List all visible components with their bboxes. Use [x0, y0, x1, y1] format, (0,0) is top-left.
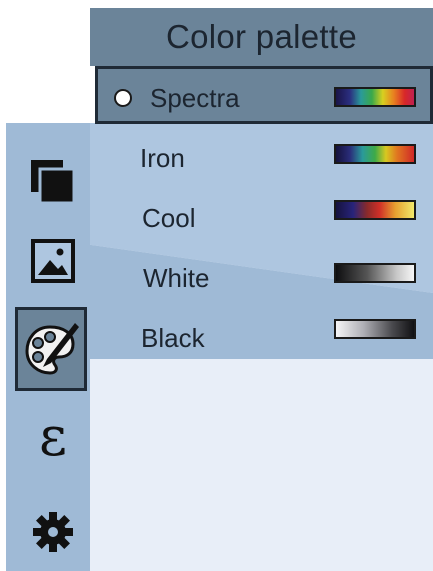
emissivity-icon: ε	[39, 405, 67, 468]
cool-gradient-swatch	[334, 200, 416, 220]
palette-item-label: Spectra	[150, 83, 240, 113]
sidebar-item-emissivity[interactable]: ε	[20, 407, 86, 473]
palette-item-label: Cool	[142, 203, 196, 233]
spectra-gradient-swatch	[334, 87, 416, 107]
palette-item-label: Black	[141, 323, 205, 353]
radio-selected-icon[interactable]	[114, 89, 132, 107]
iron-gradient-swatch	[334, 144, 416, 164]
palette-item-cool[interactable]: Cool	[95, 194, 433, 244]
palette-item-black[interactable]: Black	[95, 313, 433, 363]
palette-item-label: Iron	[140, 143, 185, 173]
white-hot-gradient-swatch	[334, 263, 416, 283]
palette-title: Color palette	[90, 8, 433, 66]
sidebar-item-layers[interactable]	[20, 149, 86, 215]
gear-icon	[33, 512, 73, 552]
black-hot-gradient-swatch	[334, 319, 416, 339]
palette-item-label: White	[143, 263, 210, 293]
palette-icon	[25, 323, 79, 375]
palette-item-iron[interactable]: Iron	[95, 135, 433, 185]
image-icon	[31, 239, 75, 283]
palette-item-spectra[interactable]: Spectra	[95, 66, 433, 124]
sidebar-item-palette[interactable]	[15, 307, 87, 391]
sidebar: ε	[6, 123, 90, 571]
sidebar-item-image[interactable]	[20, 228, 86, 294]
layers-icon	[31, 160, 76, 205]
sidebar-item-settings[interactable]	[20, 499, 86, 565]
palette-item-white[interactable]: White	[95, 254, 433, 304]
